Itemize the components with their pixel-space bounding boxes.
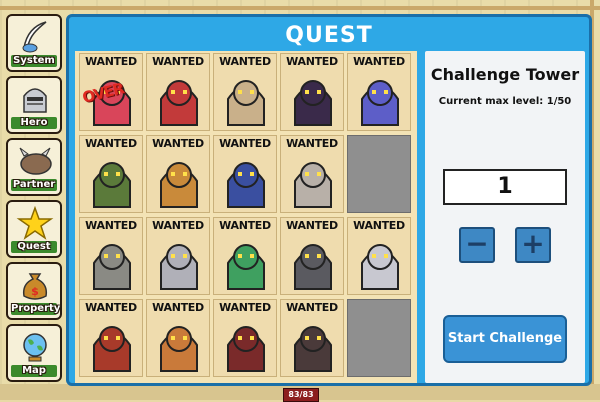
svg-text:$: $ <box>31 285 39 298</box>
menu-label: Quest <box>11 241 57 253</box>
wanted-card[interactable]: WANTED <box>280 217 344 295</box>
monster-portrait-icon <box>160 326 198 372</box>
quill-icon <box>22 21 47 53</box>
wanted-label: WANTED <box>152 55 204 68</box>
wanted-card[interactable]: WANTED <box>280 53 344 131</box>
wanted-label: WANTED <box>219 301 271 314</box>
monster-portrait-icon <box>227 162 265 208</box>
wanted-label: WANTED <box>152 301 204 314</box>
challenge-title: Challenge Tower <box>430 65 580 84</box>
side-menu: System Hero Partner Quest $ Property Map <box>6 14 62 386</box>
wanted-label: WANTED <box>219 55 271 68</box>
wanted-label: WANTED <box>353 219 405 232</box>
wanted-card[interactable]: WANTED <box>146 299 210 377</box>
challenge-subtitle: Current max level: 1/50 <box>438 96 572 107</box>
monster-portrait-icon <box>227 80 265 126</box>
menu-label: Map <box>11 365 57 377</box>
wanted-label: WANTED <box>152 219 204 232</box>
minus-button[interactable]: − <box>459 227 495 263</box>
monster-portrait-icon <box>227 244 265 290</box>
wanted-card[interactable]: WANTED <box>347 53 411 131</box>
menu-label: Partner <box>11 179 57 191</box>
wanted-label: WANTED <box>219 137 271 150</box>
quest-panel: QUEST WANTED OVER WANTED WANTED WANTED WANTED… <box>66 14 592 386</box>
menu-property[interactable]: $ Property <box>6 262 62 320</box>
wanted-label: WANTED <box>286 55 338 68</box>
menu-hero[interactable]: Hero <box>6 76 62 134</box>
star-icon <box>16 206 54 240</box>
menu-quest[interactable]: Quest <box>6 200 62 258</box>
wanted-label: WANTED <box>85 55 137 68</box>
wanted-card[interactable]: WANTED <box>79 135 143 213</box>
wanted-label: WANTED <box>286 137 338 150</box>
wanted-label: WANTED <box>152 137 204 150</box>
monster-portrait-icon <box>294 162 332 208</box>
monster-portrait-icon <box>361 80 399 126</box>
menu-system[interactable]: System <box>6 14 62 72</box>
money-bag-icon: $ <box>22 273 48 300</box>
beast-icon <box>19 147 52 175</box>
monster-portrait-icon <box>294 244 332 290</box>
wanted-card[interactable]: WANTED <box>213 217 277 295</box>
knight-helmet-icon <box>23 88 47 113</box>
monster-portrait-icon <box>294 326 332 372</box>
menu-partner[interactable]: Partner <box>6 138 62 196</box>
menu-label: Hero <box>11 117 57 129</box>
globe-icon <box>23 333 47 362</box>
wanted-card[interactable]: WANTED <box>347 217 411 295</box>
wanted-card[interactable]: WANTED <box>213 53 277 131</box>
wanted-card[interactable]: WANTED <box>146 135 210 213</box>
wanted-label: WANTED <box>85 137 137 150</box>
wanted-label: WANTED <box>219 219 271 232</box>
wanted-card[interactable]: WANTED <box>79 299 143 377</box>
wanted-card[interactable]: WANTED OVER <box>79 53 143 131</box>
empty-slot <box>347 299 411 377</box>
monster-portrait-icon <box>227 326 265 372</box>
monster-portrait-icon <box>160 162 198 208</box>
level-input[interactable]: 1 <box>443 169 567 205</box>
monster-portrait-icon <box>160 80 198 126</box>
wanted-label: WANTED <box>286 219 338 232</box>
monster-portrait-icon <box>93 244 131 290</box>
monster-portrait-icon <box>361 244 399 290</box>
wanted-label: WANTED <box>286 301 338 314</box>
wanted-label: WANTED <box>85 301 137 314</box>
wanted-card[interactable]: WANTED <box>280 299 344 377</box>
monster-portrait-icon <box>93 326 131 372</box>
wanted-card[interactable]: WANTED <box>213 135 277 213</box>
wanted-grid: WANTED OVER WANTED WANTED WANTED WANTED WANTED… <box>75 51 417 383</box>
monster-portrait-icon <box>93 162 131 208</box>
start-challenge-button[interactable]: Start Challenge <box>443 315 567 363</box>
wanted-label: WANTED <box>85 219 137 232</box>
monster-portrait-icon <box>294 80 332 126</box>
wanted-card[interactable]: WANTED <box>280 135 344 213</box>
empty-slot <box>347 135 411 213</box>
plus-button[interactable]: + <box>515 227 551 263</box>
wanted-card[interactable]: WANTED <box>146 53 210 131</box>
menu-label: Property <box>11 303 61 315</box>
wanted-card[interactable]: WANTED <box>79 217 143 295</box>
wanted-card[interactable]: WANTED <box>213 299 277 377</box>
panel-title: QUEST <box>285 23 373 48</box>
wanted-card[interactable]: WANTED <box>146 217 210 295</box>
wanted-label: WANTED <box>353 55 405 68</box>
challenge-tower-pane: Challenge Tower Current max level: 1/50 … <box>425 51 585 383</box>
monster-portrait-icon <box>160 244 198 290</box>
menu-map[interactable]: Map <box>6 324 62 382</box>
menu-label: System <box>11 55 57 67</box>
